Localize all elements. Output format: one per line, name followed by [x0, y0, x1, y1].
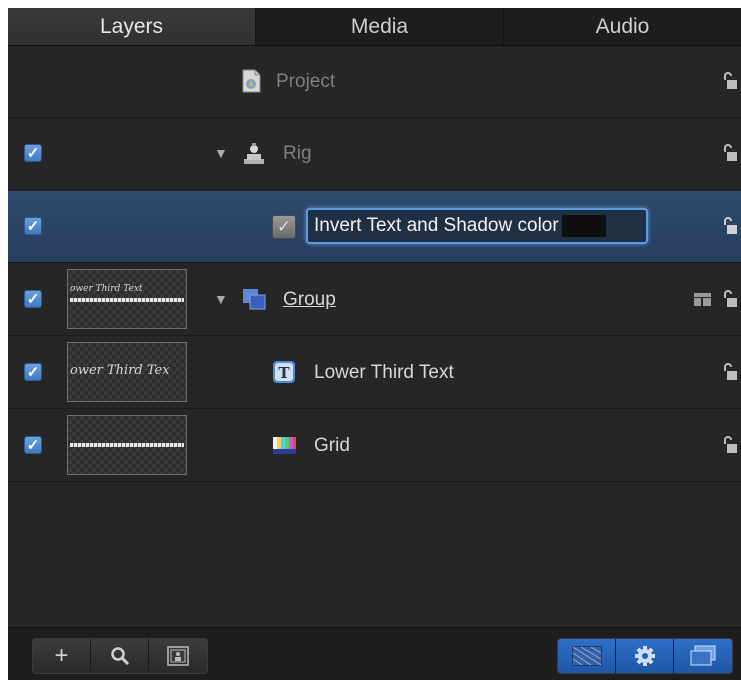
generator-grid-icon	[273, 437, 296, 454]
text-cursor	[561, 215, 606, 237]
disclosure-triangle-icon[interactable]: ▼	[214, 291, 228, 307]
layer-label: Grid	[314, 435, 350, 456]
checkbox-widget-icon: ✓	[272, 215, 296, 239]
layer-options-button[interactable]	[616, 639, 674, 673]
layer-row-widget[interactable]: ✓ ✓ Invert Text and Shadow color	[8, 191, 741, 263]
layer-thumbnail: ower Third Text	[67, 269, 187, 329]
unlock-icon[interactable]	[723, 144, 737, 162]
show-transparency-button[interactable]	[558, 639, 616, 673]
visibility-checkbox[interactable]: ✓	[24, 217, 42, 235]
visibility-checkbox[interactable]: ✓	[24, 144, 42, 162]
layer-label: Rig	[283, 143, 312, 164]
tab-media[interactable]: Media	[256, 8, 504, 45]
group-icon	[243, 289, 266, 310]
search-icon	[110, 647, 129, 666]
edit-field-text: Invert Text and Shadow color	[314, 215, 559, 236]
visibility-checkbox[interactable]: ✓	[24, 363, 42, 381]
rig-icon	[244, 143, 264, 164]
layer-row-lower-third-text[interactable]: ✓ ower Third Tex T Lower Third Text	[8, 337, 741, 409]
visibility-checkbox[interactable]: ✓	[24, 436, 42, 454]
add-layer-button[interactable]: +	[33, 639, 91, 673]
toolbar-left-group: +	[32, 638, 208, 674]
layer-label: Project	[276, 71, 336, 92]
unlock-icon[interactable]	[723, 363, 737, 381]
unlock-icon[interactable]	[723, 217, 737, 235]
visibility-checkbox[interactable]: ✓	[24, 290, 42, 308]
toolbar-right-group	[557, 638, 733, 674]
bottom-toolbar: +	[8, 627, 741, 680]
tab-audio[interactable]: Audio	[504, 8, 741, 45]
unlock-icon[interactable]	[723, 72, 737, 90]
tab-bar: Layers Media Audio	[8, 8, 741, 46]
tab-layers[interactable]: Layers	[8, 8, 256, 45]
layer-row-grid[interactable]: ✓ Grid	[8, 410, 741, 482]
layer-stack-button[interactable]	[674, 639, 732, 673]
layer-name-edit-field[interactable]: Invert Text and Shadow color	[306, 208, 648, 244]
svg-text:T: T	[278, 364, 290, 382]
layer-label: Group	[283, 289, 336, 310]
thumbnail-grid-line	[70, 298, 184, 302]
layer-row-group[interactable]: ✓ ower Third Text ▼ Group	[8, 264, 741, 336]
text-layer-icon: T	[273, 361, 295, 383]
gear-icon	[634, 646, 655, 666]
unlock-icon[interactable]	[723, 436, 737, 454]
search-button[interactable]	[91, 639, 149, 673]
thumbnail-toggle-button[interactable]	[149, 639, 207, 673]
layers-panel: Layers Media Audio Project ✓ ▼ Rig ✓ ✓ I…	[8, 8, 741, 680]
transparency-grid-icon	[571, 646, 602, 666]
layer-thumbnail	[67, 415, 187, 475]
thumbnail-icon	[167, 646, 189, 666]
layer-stack-indicator-icon	[694, 293, 711, 306]
disclosure-triangle-icon[interactable]: ▼	[214, 145, 228, 161]
thumbnail-text: ower Third Text	[70, 284, 143, 294]
thumbnail-text: ower Third Tex	[70, 363, 170, 378]
layer-row-project[interactable]: Project	[8, 46, 741, 118]
layer-thumbnail: ower Third Tex	[67, 342, 187, 402]
layer-row-rig[interactable]: ✓ ▼ Rig	[8, 118, 741, 190]
thumbnail-grid-line	[70, 443, 184, 447]
layers-stack-icon	[690, 645, 716, 666]
project-file-icon	[242, 69, 261, 93]
unlock-icon[interactable]	[723, 290, 737, 308]
layer-label: Lower Third Text	[314, 362, 454, 383]
